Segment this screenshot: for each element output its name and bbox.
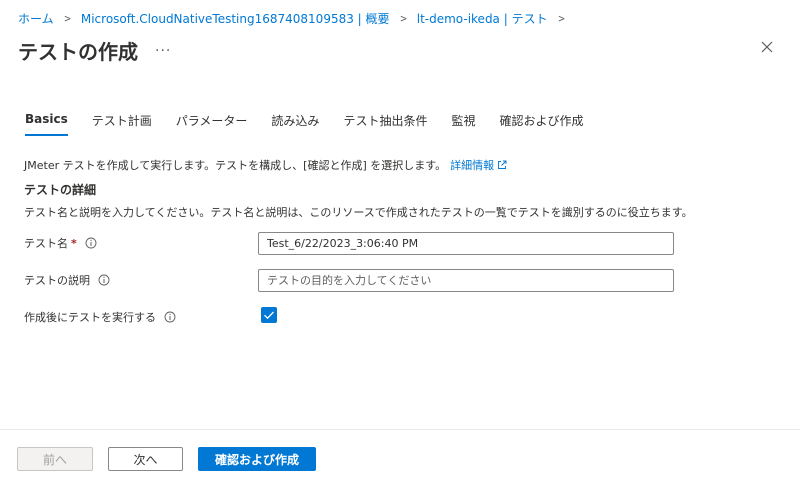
section-heading: テストの詳細	[24, 183, 97, 197]
external-link-icon	[498, 160, 507, 169]
learn-more-label: 詳細情報	[450, 159, 495, 172]
test-description-label: テストの説明	[24, 274, 90, 287]
info-icon[interactable]	[85, 237, 97, 249]
page-title: テストの作成	[18, 40, 138, 64]
tab-test-criteria[interactable]: テスト抽出条件	[343, 112, 427, 136]
tab-bar: Basics テスト計画 パラメーター 読み込み テスト抽出条件 監視 確認およ…	[25, 112, 607, 136]
footer-divider	[0, 429, 800, 430]
tab-basics[interactable]: Basics	[25, 112, 68, 136]
more-options-icon[interactable]: ...	[155, 39, 171, 55]
run-after-create-label-row: 作成後にテストを実行する	[24, 305, 176, 329]
intro-description: JMeter テストを作成して実行します。テストを構成し、[確認と作成] を選択…	[24, 159, 447, 172]
intro-text: JMeter テストを作成して実行します。テストを構成し、[確認と作成] を選択…	[24, 157, 507, 173]
checkmark-icon	[264, 311, 274, 320]
breadcrumb-separator: >	[63, 11, 71, 25]
run-after-create-label: 作成後にテストを実行する	[24, 311, 156, 324]
tab-monitoring[interactable]: 監視	[451, 112, 475, 136]
test-description-label-row: テストの説明	[24, 268, 110, 292]
tab-review-create[interactable]: 確認および作成	[499, 112, 583, 136]
test-description-input[interactable]	[258, 269, 674, 292]
previous-button[interactable]: 前へ	[17, 447, 93, 471]
review-create-button[interactable]: 確認および作成	[198, 447, 316, 471]
next-button[interactable]: 次へ	[108, 447, 183, 471]
info-icon[interactable]	[98, 274, 110, 286]
breadcrumb-resource-overview[interactable]: Microsoft.CloudNativeTesting168740810958…	[81, 10, 390, 27]
tab-parameters[interactable]: パラメーター	[176, 112, 248, 136]
tab-load[interactable]: 読み込み	[271, 112, 319, 136]
test-name-input[interactable]	[258, 232, 674, 255]
test-name-label: テスト名	[24, 237, 68, 250]
breadcrumb-home[interactable]: ホーム	[18, 10, 54, 27]
breadcrumb-tests[interactable]: lt-demo-ikeda | テスト	[417, 10, 548, 27]
required-marker: *	[71, 236, 77, 250]
run-after-create-checkbox[interactable]	[261, 307, 277, 323]
info-icon[interactable]	[164, 311, 176, 323]
test-name-label-row: テスト名 *	[24, 231, 97, 255]
breadcrumb-separator: >	[399, 11, 407, 25]
close-icon[interactable]	[758, 38, 776, 56]
section-description: テスト名と説明を入力してください。テスト名と説明は、このリソースで作成されたテス…	[24, 206, 693, 219]
learn-more-link[interactable]: 詳細情報	[450, 159, 507, 172]
breadcrumb-separator: >	[557, 11, 565, 25]
breadcrumb: ホーム > Microsoft.CloudNativeTesting168740…	[18, 9, 575, 27]
tab-test-plan[interactable]: テスト計画	[92, 112, 152, 136]
